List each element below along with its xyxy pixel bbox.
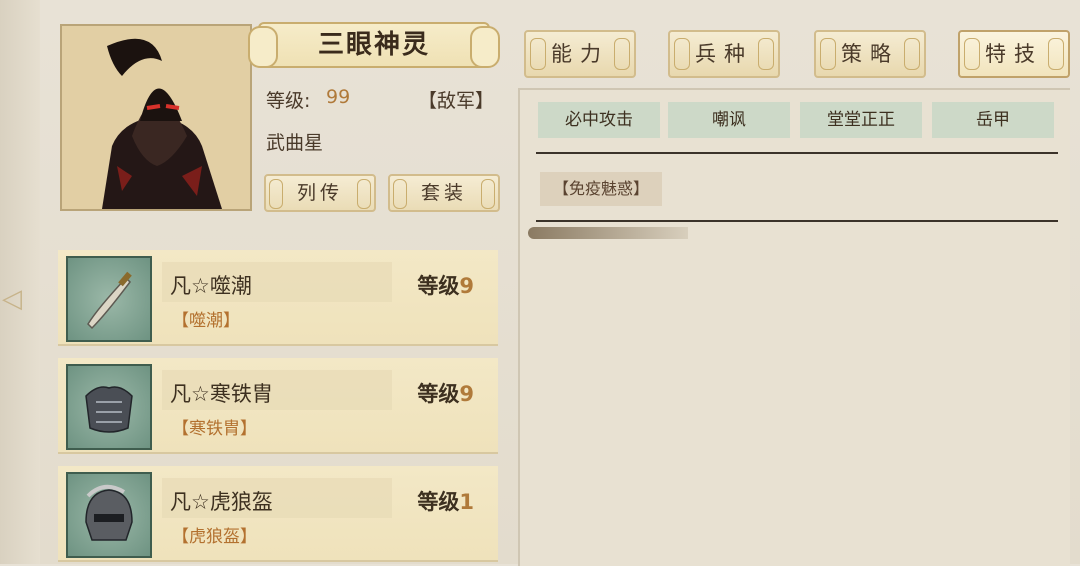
equipment-level-label: 等级	[417, 382, 460, 406]
equipment-level-value: 9	[459, 382, 474, 406]
section-divider	[536, 152, 1058, 154]
weapon-icon	[66, 256, 152, 342]
set-label: 套装	[420, 182, 467, 204]
skills-panel	[518, 88, 1070, 566]
tab-ability-label: 能力	[551, 42, 609, 66]
equipment-slot-weapon[interactable]: 凡☆噬潮 等级9 【噬潮】	[58, 250, 498, 346]
equipment-slot-armor[interactable]: 凡☆寒铁胄 等级9 【寒铁胄】	[58, 358, 498, 454]
equipment-level: 等级9	[417, 270, 474, 300]
tab-ornament-icon	[1048, 38, 1064, 70]
tab-troops[interactable]: 兵种	[668, 30, 780, 78]
skill-chip[interactable]: 必中攻击	[538, 102, 660, 138]
hero-portrait	[60, 24, 252, 211]
section-divider	[536, 220, 1058, 222]
biography-label: 列传	[296, 182, 343, 204]
equipment-level-value: 9	[459, 274, 474, 298]
button-ornament-icon	[269, 179, 283, 209]
equipment-level: 等级1	[417, 486, 474, 516]
equipment-slot-helmet[interactable]: 凡☆虎狼盔 等级1 【虎狼盔】	[58, 466, 498, 562]
equipment-level-label: 等级	[417, 274, 460, 298]
tab-strategy[interactable]: 策略	[814, 30, 926, 78]
tab-ornament-icon	[820, 38, 836, 70]
set-button[interactable]: 套装	[388, 174, 500, 212]
tab-special-skills[interactable]: 特技	[958, 30, 1070, 78]
level-label: 等级:	[266, 90, 311, 112]
skill-chip[interactable]: 岳甲	[932, 102, 1054, 138]
hero-name-plate: 三眼神灵	[248, 22, 500, 68]
button-ornament-icon	[393, 179, 407, 209]
tab-ornament-icon	[904, 38, 920, 70]
hero-name: 三眼神灵	[317, 30, 430, 60]
tab-ornament-icon	[964, 38, 980, 70]
tab-ornament-icon	[674, 38, 690, 70]
armor-icon	[66, 364, 152, 450]
equipment-name: 凡☆寒铁胄	[170, 382, 273, 406]
faction-label: 【敌军】	[418, 90, 495, 112]
equipment-level-label: 等级	[417, 490, 460, 514]
equipment-subname: 【虎狼盔】	[172, 527, 257, 547]
button-ornament-icon	[481, 179, 495, 209]
tab-ornament-icon	[614, 38, 630, 70]
equipment-level-value: 1	[459, 490, 474, 514]
skill-chip[interactable]: 嘲讽	[668, 102, 790, 138]
button-ornament-icon	[357, 179, 371, 209]
biography-button[interactable]: 列传	[264, 174, 376, 212]
star-title: 武曲星	[266, 132, 324, 154]
helmet-icon	[66, 472, 152, 558]
equipment-name: 凡☆噬潮	[170, 274, 252, 298]
left-frame	[0, 0, 40, 564]
tab-strategy-label: 策略	[841, 42, 899, 66]
scroll-indicator[interactable]	[528, 227, 688, 239]
tab-ability[interactable]: 能力	[524, 30, 636, 78]
skill-chip[interactable]: 堂堂正正	[800, 102, 922, 138]
equipment-name: 凡☆虎狼盔	[170, 490, 273, 514]
equipment-level: 等级9	[417, 378, 474, 408]
tab-troops-label: 兵种	[695, 42, 753, 66]
tab-special-skills-label: 特技	[985, 42, 1043, 66]
equipment-subname: 【寒铁胄】	[172, 419, 257, 439]
collapse-arrow-icon[interactable]: ◁	[2, 283, 34, 315]
tab-ornament-icon	[758, 38, 774, 70]
level-value: 99	[326, 86, 351, 108]
immunity-badge[interactable]: 【免疫魅惑】	[540, 172, 662, 206]
tab-ornament-icon	[530, 38, 546, 70]
equipment-subname: 【噬潮】	[172, 311, 240, 331]
